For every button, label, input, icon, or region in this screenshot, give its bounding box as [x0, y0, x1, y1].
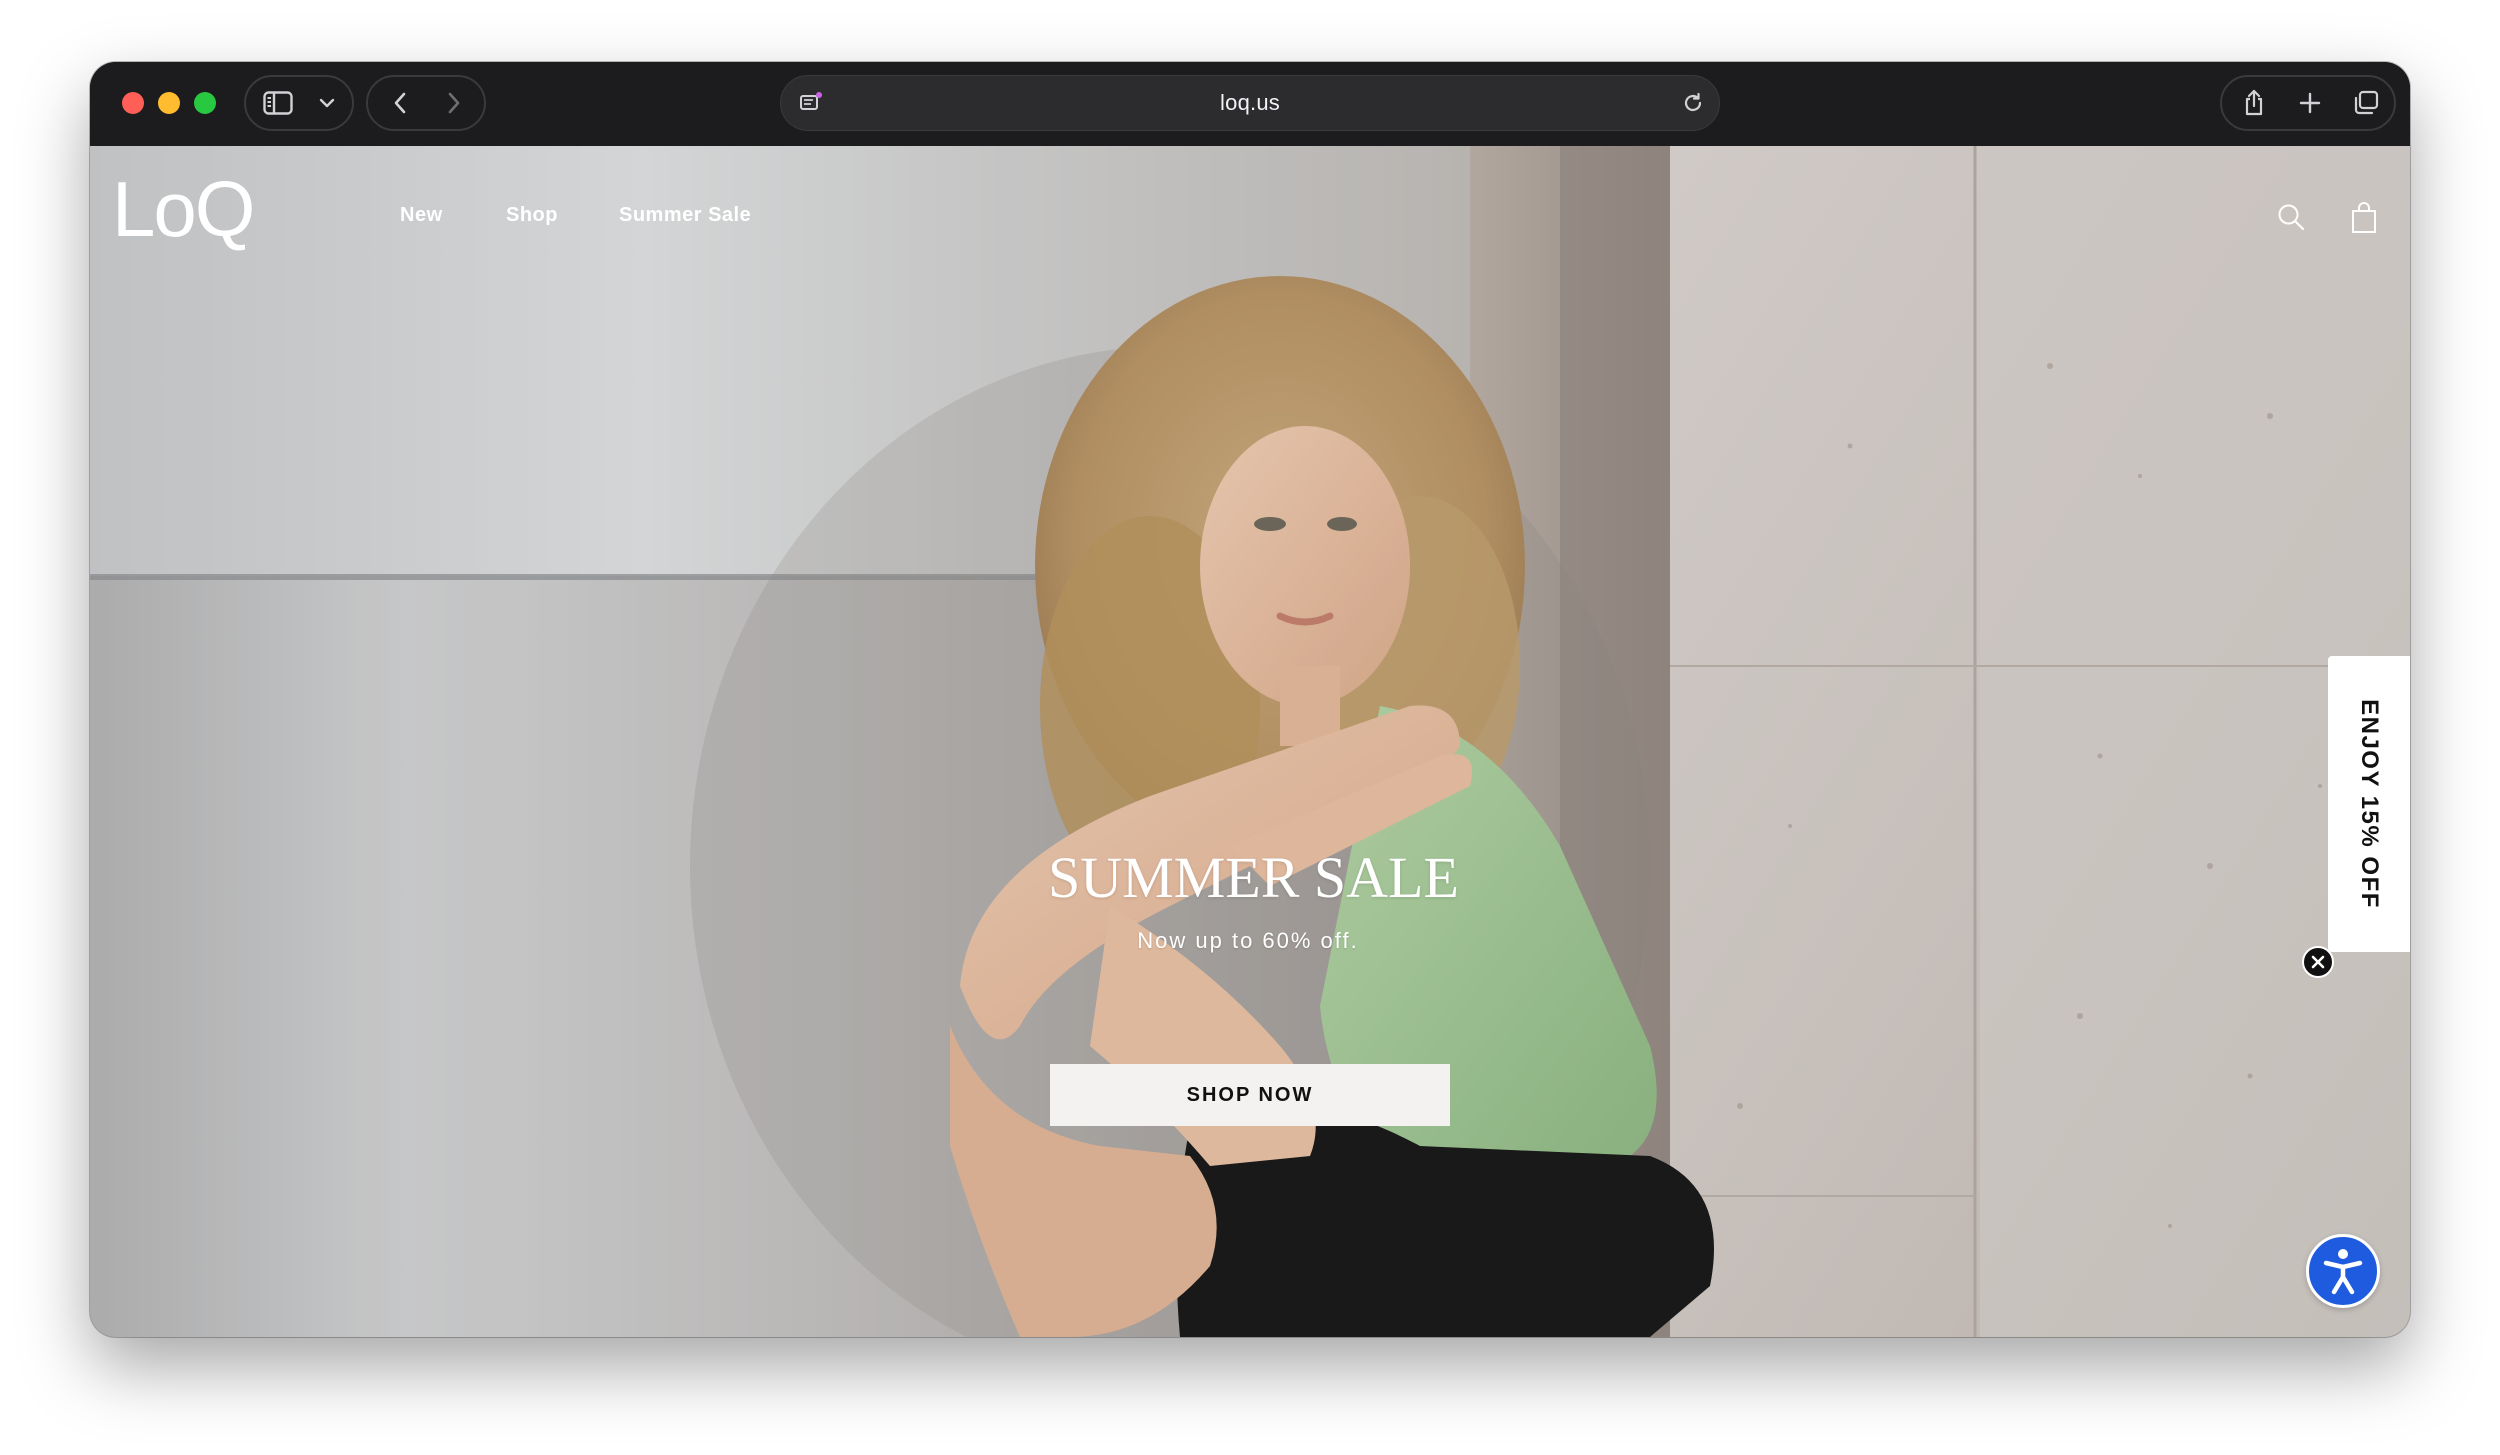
browser-window: loq.us LoQ New Shop Summer Sale SUMMER S… [90, 62, 2410, 1337]
share-icon[interactable] [2230, 77, 2278, 129]
hero-subtitle: Now up to 60% off. [1137, 927, 1359, 953]
nav-shop[interactable]: Shop [506, 204, 558, 227]
accessibility-icon[interactable] [2306, 1234, 2380, 1308]
nav-summer-sale[interactable]: Summer Sale [619, 204, 751, 227]
close-window-button[interactable] [122, 92, 144, 114]
toolbar-actions-group [2220, 75, 2396, 131]
chevron-left-icon[interactable] [376, 77, 424, 129]
url-text[interactable]: loq.us [781, 76, 1719, 130]
hero-title: SUMMER SALE [1048, 845, 1459, 910]
shopping-bag-icon[interactable] [2350, 202, 2378, 239]
hero-image [90, 146, 2410, 1337]
reload-icon[interactable] [1673, 77, 1713, 129]
close-icon[interactable] [2302, 946, 2334, 978]
search-icon[interactable] [2276, 202, 2306, 237]
browser-toolbar: loq.us [90, 62, 2410, 146]
tab-overview-icon[interactable] [2342, 77, 2390, 129]
shop-now-button[interactable]: SHOP NOW [1050, 1064, 1450, 1126]
nav-new[interactable]: New [400, 204, 443, 227]
promo-tab-label: ENJOY 15% OFF [2356, 699, 2384, 909]
chevron-down-icon[interactable] [312, 77, 342, 129]
hero-content: SUMMER SALE Now up to 60% off. [1048, 845, 1459, 954]
sidebar-toggle-group [244, 75, 354, 131]
chevron-right-icon[interactable] [430, 77, 478, 129]
zoom-window-button[interactable] [194, 92, 216, 114]
minimize-window-button[interactable] [158, 92, 180, 114]
discount-promo-tab[interactable]: ENJOY 15% OFF [2328, 656, 2410, 952]
hero-section: LoQ New Shop Summer Sale SUMMER SALE Now… [90, 146, 2410, 1337]
plus-icon[interactable] [2286, 77, 2334, 129]
site-header: LoQ New Shop Summer Sale [90, 146, 2410, 276]
sidebar-icon[interactable] [258, 77, 298, 129]
navigation-group [366, 75, 486, 131]
address-bar[interactable]: loq.us [780, 75, 1720, 131]
site-logo[interactable]: LoQ [112, 170, 255, 248]
